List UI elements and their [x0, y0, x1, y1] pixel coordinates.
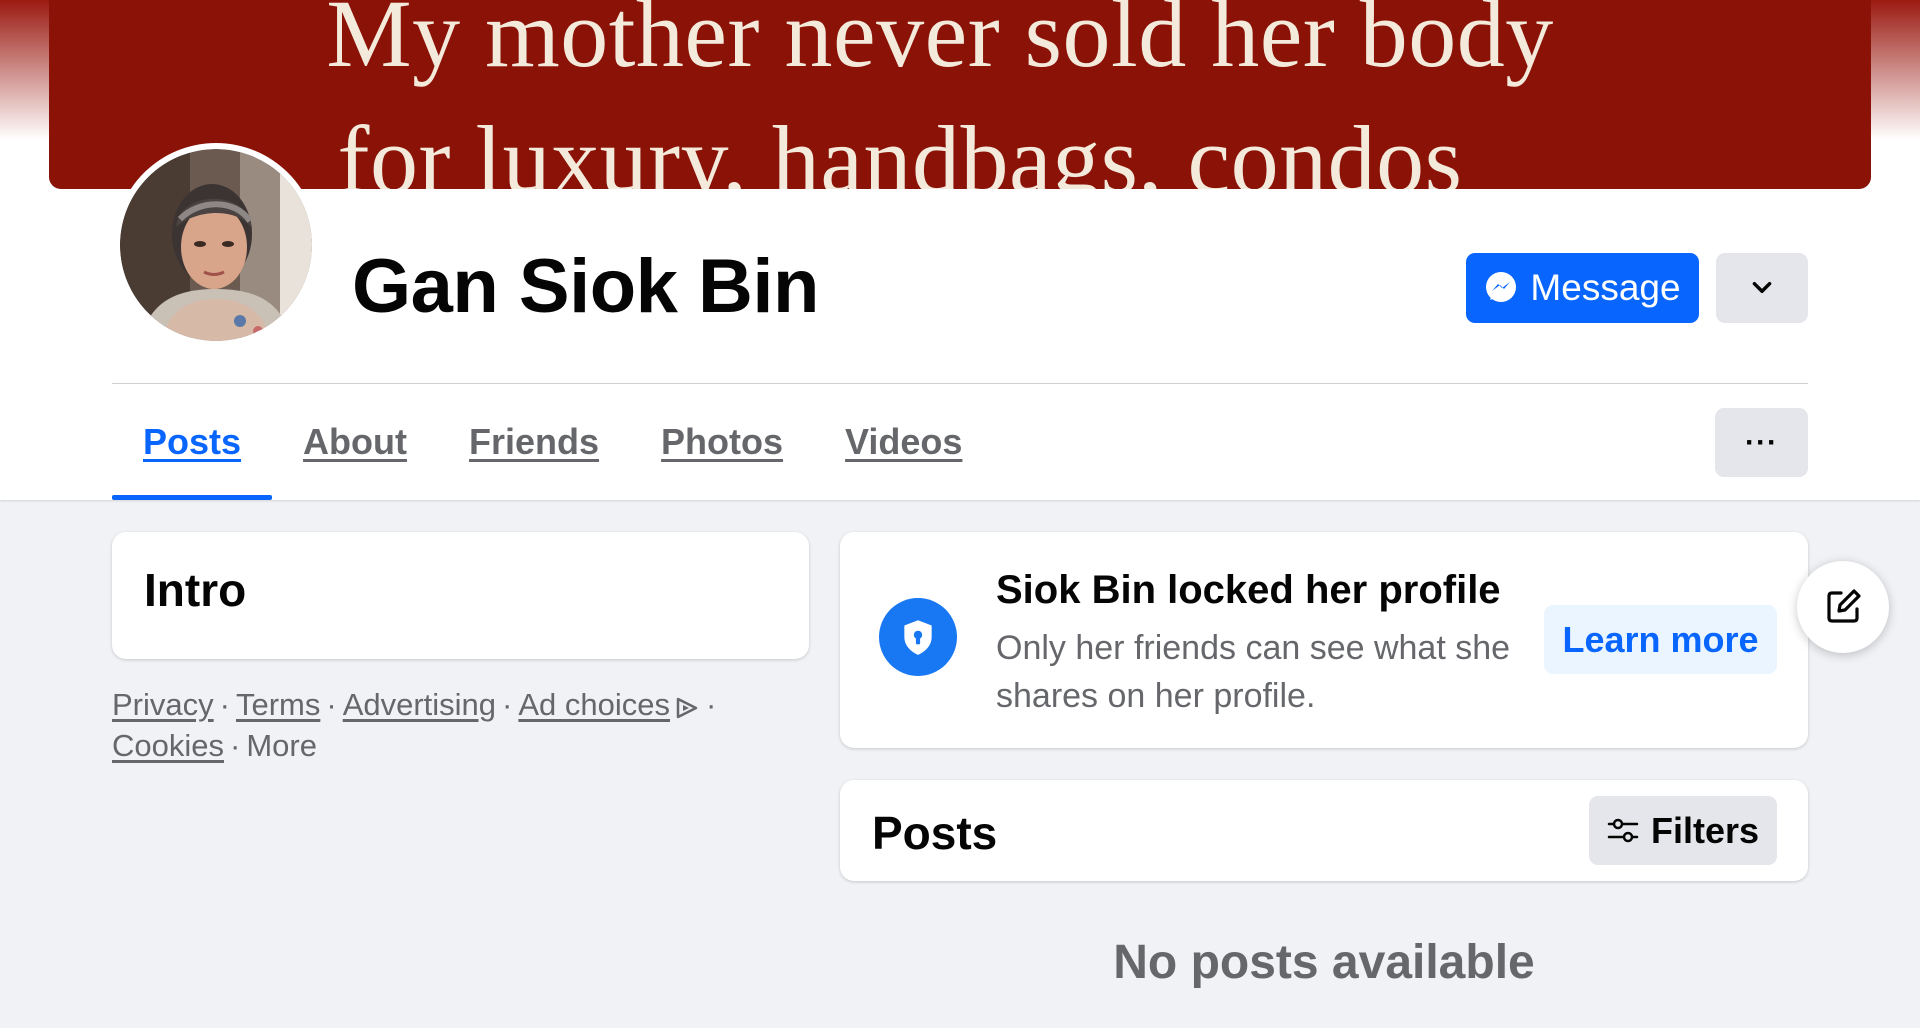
profile-tabs: Posts About Friends Photos Videos [112, 384, 993, 500]
footer-separator: · [706, 687, 717, 722]
footer-separator: · [219, 687, 230, 722]
filters-icon [1607, 818, 1639, 842]
chevron-down-icon [1752, 281, 1772, 293]
tab-posts[interactable]: Posts [112, 384, 273, 500]
footer-link-terms[interactable]: Terms [236, 687, 320, 722]
avatar-photo [120, 149, 312, 341]
footer-links: Privacy · Terms · Advertising · Ad choices · Co… [112, 684, 772, 766]
footer-link-ad-choices[interactable]: Ad choices [518, 687, 670, 722]
footer-link-advertising[interactable]: Advertising [343, 687, 496, 722]
locked-profile-description: Only her friends can see what she shares… [996, 629, 1511, 715]
tab-videos[interactable]: Videos [814, 384, 993, 500]
posts-header-card: Posts Filters [840, 780, 1808, 881]
profile-avatar[interactable] [114, 143, 318, 347]
edit-icon [1827, 589, 1861, 623]
footer-link-privacy[interactable]: Privacy [112, 687, 214, 722]
profile-name: Gan Siok Bin [352, 244, 819, 329]
cover-text-line-1: My mother never sold her body [326, 0, 1554, 87]
footer-separator: · [326, 687, 337, 722]
footer-link-cookies[interactable]: Cookies [112, 728, 224, 763]
footer-link-more[interactable]: More [246, 728, 317, 763]
posts-title: Posts [872, 807, 998, 859]
shield-lock-icon [904, 620, 932, 655]
footer-separator: · [502, 687, 513, 722]
locked-profile-badge [879, 598, 957, 676]
cover-photo[interactable]: My mother never sold her body for luxury… [49, 0, 1871, 189]
learn-more-button[interactable]: Learn more [1544, 605, 1777, 674]
no-posts-message: No posts available [1113, 936, 1535, 989]
filters-label: Filters [1650, 809, 1760, 851]
cover-text-line-2: for luxury, handbags, condos [337, 106, 1463, 189]
filters-button[interactable]: Filters [1589, 796, 1777, 865]
ad-choices-icon[interactable] [674, 697, 700, 719]
compose-button[interactable] [1797, 561, 1889, 653]
intro-card: Intro [112, 532, 809, 659]
locked-profile-card: Siok Bin locked her profile Only her fri… [840, 532, 1808, 748]
locked-profile-title: Siok Bin locked her profile [996, 568, 1501, 612]
message-button-label: Message [1530, 267, 1681, 308]
tab-about[interactable]: About [272, 384, 438, 500]
more-dots-icon: ··· [1745, 425, 1778, 459]
more-options-button[interactable]: ··· [1715, 408, 1808, 477]
tab-friends[interactable]: Friends [438, 384, 630, 500]
footer-separator: · [230, 728, 241, 763]
message-button[interactable]: Message [1466, 253, 1699, 323]
messenger-icon [1486, 272, 1517, 302]
intro-title: Intro [144, 564, 247, 616]
tab-photos[interactable]: Photos [630, 384, 814, 500]
profile-options-dropdown-button[interactable] [1716, 253, 1808, 323]
